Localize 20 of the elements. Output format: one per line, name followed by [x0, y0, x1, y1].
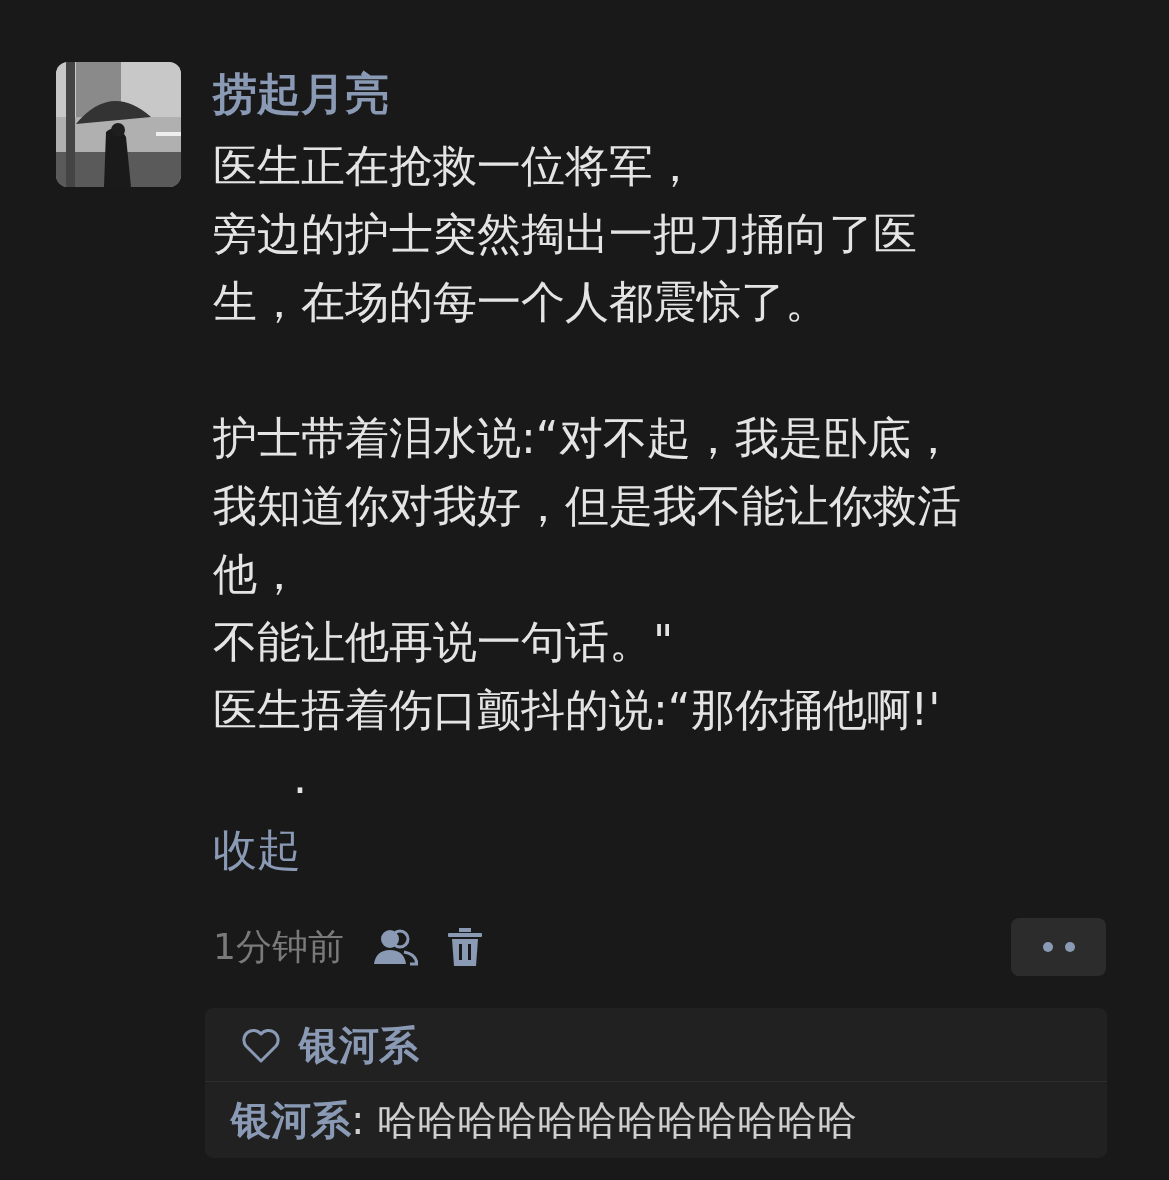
people-icon[interactable] [371, 928, 418, 966]
like-name[interactable]: 银河系 [299, 1018, 419, 1073]
post-text-line: 我知道你对我好，但是我不能让你救活 [213, 480, 961, 531]
author-name[interactable]: 捞起月亮 [213, 62, 1106, 126]
post-text-line: 他， [213, 548, 301, 599]
post-text-line: 不能让他再说一句话。" [213, 616, 674, 667]
post-time: 1分钟前 [213, 924, 344, 969]
post-text-line: 旁边的护士突然掏出一把刀捅向了医 [213, 208, 917, 259]
post-text-line: 生，在场的每一个人都震惊了。 [213, 276, 829, 327]
post-text-line: 医生捂着伤口颤抖的说:“那你捅他啊!' [213, 684, 941, 735]
comment-author[interactable]: 银河系 [231, 1097, 351, 1143]
heart-icon [241, 1027, 281, 1064]
comment-separator: : [351, 1097, 366, 1143]
post-text-line: . [293, 752, 307, 803]
collapse-link[interactable]: 收起 [213, 818, 301, 882]
trash-icon[interactable] [447, 928, 482, 966]
more-button[interactable] [1011, 918, 1106, 976]
comment-text: 哈哈哈哈哈哈哈哈哈哈哈哈 [377, 1097, 858, 1143]
post-text-line: 医生正在抢救一位将军， [213, 140, 697, 191]
post-text-line: 护士带着泪水说:“对不起，我是卧底， [213, 412, 955, 463]
